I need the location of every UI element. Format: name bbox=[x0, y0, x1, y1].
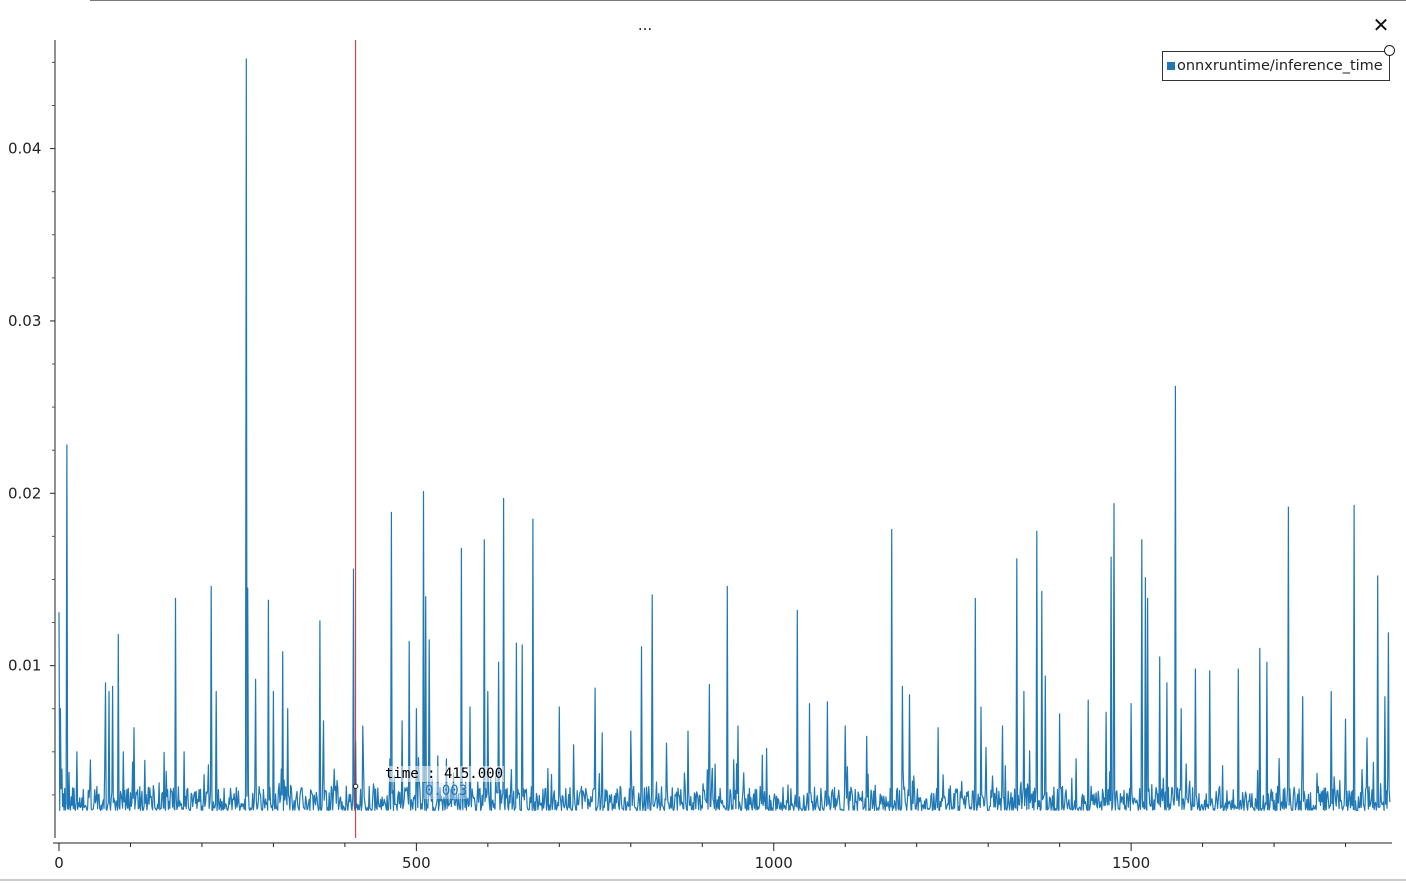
y-tick-label: 0.02 bbox=[8, 484, 41, 502]
cursor-marker bbox=[352, 783, 359, 789]
tracker-tooltip: time : 415.000 0.003 bbox=[384, 766, 505, 800]
x-tick-label: 1000 bbox=[755, 854, 793, 872]
y-tick-label: 0.04 bbox=[8, 140, 41, 158]
x-tick-label: 500 bbox=[402, 854, 431, 872]
legend-swatch bbox=[1167, 62, 1175, 70]
tooltip-value: 0.003 bbox=[424, 783, 469, 799]
x-tick-label: 1500 bbox=[1112, 854, 1150, 872]
legend[interactable]: onnxruntime/inference_time bbox=[1162, 45, 1395, 81]
y-tick-label: 0.03 bbox=[8, 312, 41, 330]
legend-label: onnxruntime/inference_time bbox=[1177, 58, 1383, 74]
series-layer bbox=[58, 58, 1391, 812]
y-tick-label: 0.01 bbox=[8, 657, 41, 675]
legend-resize-handle[interactable] bbox=[1383, 45, 1395, 56]
plot-canvas[interactable]: 0.01 0.02 0.03 0.04 0 500 1000 1500 bbox=[0, 0, 1406, 883]
x-tick-label: 0 bbox=[54, 854, 64, 872]
tooltip-time: time : 415.000 bbox=[384, 766, 505, 782]
series-line-inference-time bbox=[58, 58, 1391, 812]
